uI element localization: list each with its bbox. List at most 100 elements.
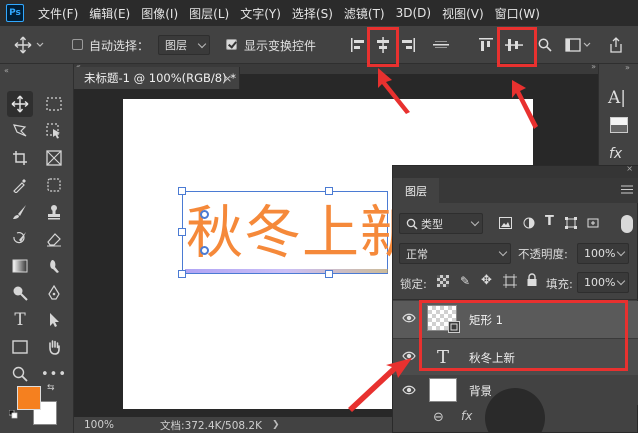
move-tool-icon[interactable] xyxy=(7,91,33,117)
workspace-icon[interactable] xyxy=(564,34,592,56)
default-colors-icon[interactable] xyxy=(8,409,18,419)
menu-view[interactable]: 视图(V) xyxy=(442,5,484,22)
lock-position-icon[interactable]: ✥ xyxy=(481,273,492,288)
menu-type[interactable]: 文字(Y) xyxy=(240,5,281,22)
move-tool-preset-icon[interactable] xyxy=(12,33,46,57)
fx-panel-icon[interactable]: fx xyxy=(609,146,622,162)
path-selection-tool-icon[interactable] xyxy=(41,307,67,333)
lock-transparent-icon[interactable] xyxy=(437,275,449,287)
zoom-level[interactable]: 100% xyxy=(84,419,114,431)
close-panel-icon[interactable]: × xyxy=(626,164,633,173)
distribute-icon[interactable] xyxy=(430,34,452,56)
foreground-color-swatch-front[interactable] xyxy=(17,386,41,410)
brush-tool-icon[interactable] xyxy=(7,199,33,225)
transform-handle-top-center[interactable] xyxy=(325,187,333,195)
filter-type-icon[interactable]: T xyxy=(545,214,554,229)
transform-handle-top-left[interactable] xyxy=(178,187,186,195)
zoom-tool-icon[interactable] xyxy=(7,361,33,387)
auto-select-label: 自动选择： xyxy=(89,39,150,53)
collapse-icon[interactable]: « xyxy=(4,66,9,75)
menu-layer[interactable]: 图层(L) xyxy=(189,5,229,22)
layers-panel-header: × xyxy=(393,164,638,178)
align-right-edges-icon[interactable] xyxy=(398,34,418,56)
share-icon[interactable] xyxy=(606,34,626,56)
opacity-field[interactable]: 100% xyxy=(577,243,629,264)
blend-mode-dropdown[interactable]: 正常 xyxy=(399,243,511,264)
pen-tool-icon[interactable] xyxy=(41,280,67,306)
filter-adjustment-icon[interactable] xyxy=(523,217,535,229)
chevron-down-icon xyxy=(470,217,480,227)
menu-edit[interactable]: 编辑(E) xyxy=(89,5,130,22)
auto-select-checkbox[interactable] xyxy=(72,39,83,50)
auto-select-dropdown[interactable]: 图层 xyxy=(158,35,210,55)
text-anchor-point-2[interactable] xyxy=(200,246,209,255)
chevron-down-icon xyxy=(498,247,508,257)
spot-healing-tool-icon[interactable] xyxy=(41,172,67,198)
marquee-tool-icon[interactable] xyxy=(41,91,67,117)
panel-menu-icon[interactable] xyxy=(621,185,633,195)
paragraph-panel-icon[interactable] xyxy=(610,117,628,133)
search-icon[interactable] xyxy=(536,34,554,56)
lock-image-icon[interactable]: ✎ xyxy=(460,274,470,288)
layers-tab-row: 图层 xyxy=(393,178,638,203)
lock-all-icon[interactable] xyxy=(526,273,538,287)
highlight-box-align-vertical xyxy=(497,27,537,67)
lock-artboard-icon[interactable] xyxy=(503,274,517,288)
close-tab-icon[interactable]: × xyxy=(223,67,237,89)
layer-filter-dropdown[interactable]: 类型 xyxy=(399,213,483,234)
layer-name[interactable]: 背景 xyxy=(469,383,491,399)
collapse-icon[interactable]: » xyxy=(625,63,630,72)
show-transform-checkbox[interactable] xyxy=(226,39,237,50)
filter-toggle[interactable] xyxy=(621,215,633,233)
menu-file[interactable]: 文件(F) xyxy=(38,5,78,22)
menu-3d[interactable]: 3D(D) xyxy=(396,6,431,20)
menu-select[interactable]: 选择(S) xyxy=(292,5,333,22)
transform-handle-bottom-left[interactable] xyxy=(178,270,186,278)
opacity-label: 不透明度: xyxy=(518,247,568,261)
status-chevron-icon[interactable]: ❯ xyxy=(272,420,280,430)
filter-shape-icon[interactable] xyxy=(565,217,577,229)
rectangle-tool-icon[interactable] xyxy=(7,334,33,360)
object-select-tool-icon[interactable] xyxy=(41,118,67,144)
fx-icon[interactable]: fx xyxy=(461,409,472,423)
frame-tool-icon[interactable] xyxy=(41,145,67,171)
link-layers-icon[interactable]: ⊖ xyxy=(433,410,444,425)
align-left-edges-icon[interactable] xyxy=(348,34,368,56)
history-brush-tool-icon[interactable] xyxy=(7,226,33,252)
transform-handle-bottom-center[interactable] xyxy=(325,270,333,278)
layer-filter-value: 类型 xyxy=(421,217,443,231)
stamp-tool-icon[interactable] xyxy=(41,199,67,225)
menu-window[interactable]: 窗口(W) xyxy=(495,5,540,22)
chevron-down-icon xyxy=(616,276,626,286)
filter-pixel-icon[interactable] xyxy=(499,217,513,229)
expand-icon[interactable]: » xyxy=(591,62,596,71)
document-tab[interactable]: 未标题-1 @ 100%(RGB/8) * xyxy=(74,67,240,89)
filter-smart-object-icon[interactable] xyxy=(587,217,599,229)
text-baseline xyxy=(185,269,388,273)
text-anchor-point-1[interactable] xyxy=(200,210,209,219)
tab-layers[interactable]: 图层 xyxy=(393,178,439,203)
eraser-tool-icon[interactable] xyxy=(41,226,67,252)
document-tab-title: 未标题-1 @ 100%(RGB/8) * xyxy=(84,71,237,85)
align-top-edges-icon[interactable] xyxy=(476,34,496,56)
smudge-tool-icon[interactable] xyxy=(41,253,67,279)
crop-tool-icon[interactable] xyxy=(7,145,33,171)
character-panel-icon[interactable]: A| xyxy=(608,88,626,108)
lasso-tool-icon[interactable] xyxy=(7,118,33,144)
canvas-text-layer[interactable]: 秋冬上新 xyxy=(186,193,392,273)
dodge-tool-icon[interactable] xyxy=(7,280,33,306)
type-tool-icon[interactable]: T xyxy=(7,307,33,333)
fill-label: 填充: xyxy=(546,277,573,291)
gradient-tool-icon[interactable] xyxy=(7,253,33,279)
menu-filter[interactable]: 滤镜(T) xyxy=(344,5,385,22)
eye-icon[interactable] xyxy=(402,313,416,327)
opacity-value: 100% xyxy=(584,247,616,260)
transform-handle-middle-left[interactable] xyxy=(178,228,186,236)
lock-label: 锁定: xyxy=(400,277,427,291)
fill-field[interactable]: 100% xyxy=(577,272,629,293)
eyedropper-tool-icon[interactable] xyxy=(7,172,33,198)
hand-tool-icon[interactable] xyxy=(41,334,67,360)
swap-colors-icon[interactable]: ⇆ xyxy=(47,383,55,393)
chevron-down-icon xyxy=(616,247,626,257)
menu-image[interactable]: 图像(I) xyxy=(141,5,178,22)
